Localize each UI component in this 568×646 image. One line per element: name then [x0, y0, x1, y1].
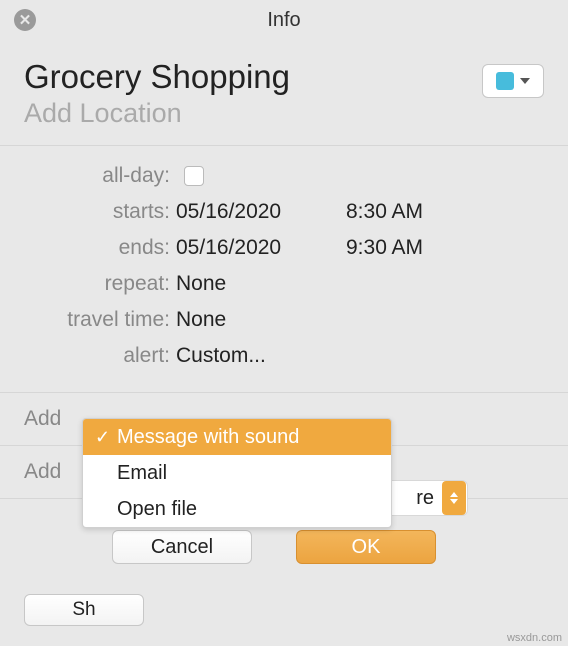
show-button[interactable]: Sh [24, 594, 144, 626]
event-title[interactable]: Grocery Shopping [24, 58, 482, 96]
menu-item-email[interactable]: ✓ Email [83, 455, 391, 491]
menu-item-label: Message with sound [117, 426, 299, 449]
cancel-button[interactable]: Cancel [112, 530, 252, 564]
repeat-value[interactable]: None [176, 272, 226, 296]
menu-item-open-file[interactable]: ✓ Open file [83, 491, 391, 527]
dialog-buttons: Cancel OK [112, 530, 436, 564]
allday-checkbox[interactable] [184, 166, 204, 186]
allday-label: all-day: [24, 164, 176, 188]
alert-type-menu: ✓ Message with sound ✓ Email ✓ Open file [82, 418, 392, 528]
alert-label: alert: [24, 344, 176, 368]
repeat-label: repeat: [24, 272, 176, 296]
ends-date[interactable]: 05/16/2020 [176, 236, 346, 260]
ok-button[interactable]: OK [296, 530, 436, 564]
menu-item-label: Open file [117, 498, 197, 521]
close-icon[interactable]: ✕ [14, 9, 36, 31]
chevron-down-icon [520, 78, 530, 84]
color-swatch-icon [496, 72, 514, 90]
ends-label: ends: [24, 236, 176, 260]
starts-time[interactable]: 8:30 AM [346, 200, 423, 224]
ends-time[interactable]: 9:30 AM [346, 236, 423, 260]
location-field[interactable]: Add Location [24, 98, 482, 129]
dropdown-stepper-icon [442, 481, 466, 515]
menu-item-label: Email [117, 462, 167, 485]
check-icon: ✓ [95, 427, 117, 448]
starts-label: starts: [24, 200, 176, 224]
calendar-color-selector[interactable] [482, 64, 544, 98]
event-form: all-day: starts: 05/16/2020 8:30 AM ends… [0, 146, 568, 392]
watermark: wsxdn.com [507, 632, 562, 644]
check-icon: ✓ [95, 463, 117, 484]
starts-date[interactable]: 05/16/2020 [176, 200, 346, 224]
window-title: Info [0, 9, 568, 32]
menu-item-message-with-sound[interactable]: ✓ Message with sound [83, 419, 391, 455]
alert-value[interactable]: Custom... [176, 344, 266, 368]
travel-label: travel time: [24, 308, 176, 332]
event-header: Grocery Shopping Add Location [0, 40, 568, 145]
check-icon: ✓ [95, 499, 117, 520]
titlebar: ✕ Info [0, 0, 568, 40]
travel-value[interactable]: None [176, 308, 226, 332]
